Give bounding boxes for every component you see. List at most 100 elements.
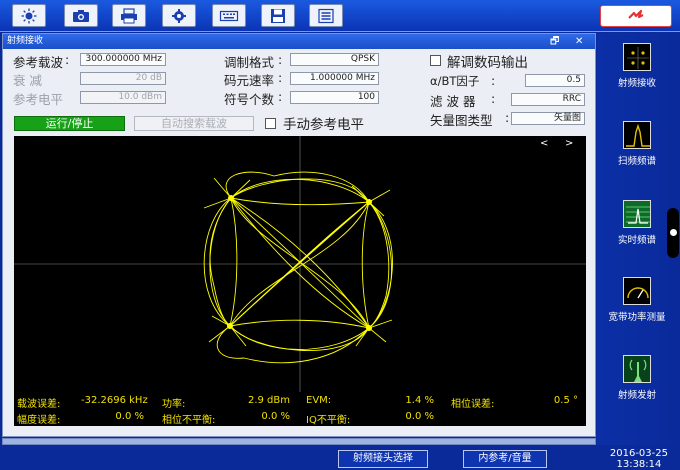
filter-label: 滤 波 器 [430,94,476,109]
sidebar-item-rf-transmit[interactable]: 射频发射 [597,355,677,401]
carrier-error-label: 载波误差: [17,399,61,410]
sweep-spectrum-icon [623,121,651,149]
sidebar-item-label: 扫频频谱 [617,156,656,167]
datetime: 2016-03-25 13:38:14 [610,448,668,470]
realtime-spectrum-icon [623,200,651,228]
filter-field[interactable]: RRC [511,93,585,106]
colon: : [278,52,283,67]
trajectory-spike [213,177,232,199]
vector-type-label: 矢量图类型 [430,113,493,128]
alarm-indicator[interactable] [600,5,672,27]
lightning-icon [628,9,644,19]
colon: : [65,52,70,67]
time: 13:38:14 [616,459,662,470]
evm-value: 1.4 % [405,395,434,406]
rf-connector-button[interactable]: 射频接头选择 [338,450,428,468]
trajectory-loop [225,171,370,203]
save-button[interactable] [261,4,295,27]
keyboard-icon [219,10,239,21]
constellation-point [228,195,234,201]
camera-button[interactable] [64,4,98,27]
power-label: 功率: [162,399,186,410]
phase-imbalance-label: 相位不平衡: [162,415,216,426]
constellation-point [366,325,372,331]
symbol-rate-field[interactable]: 1.000000 MHz [290,72,379,85]
settings-button[interactable] [162,4,196,27]
sidebar-item-sweep-spectrum[interactable]: 扫频频谱 [597,121,677,167]
close-icon[interactable]: ✕ [575,34,583,49]
trajectory-spike [368,327,387,343]
ref-carrier-field[interactable]: 300.000000 MHz [80,53,166,66]
sidebar-item-realtime-spectrum[interactable]: 实时频谱 [597,200,677,246]
symbol-count-label: 符号个数 [224,92,275,107]
manual-ref-checkbox[interactable] [265,118,276,129]
sidebar-item-label: 宽带功率测量 [608,312,666,323]
constellation-point [227,323,233,329]
ref-level-label: 参考电平 [13,92,64,107]
status-bar: 射频接头选择 内参考/音量 2016-03-25 13:38:14 [0,446,680,470]
save-icon [271,8,285,23]
window-title: 射频接收 [7,36,44,46]
power-value: 2.9 dBm [247,395,290,406]
rf-receive-window: 射频接收 🗗 ✕ 参考载波 : 300.000000 MHz 衰 减 20 dB… [2,33,596,437]
next-page-button[interactable]: > [565,138,573,149]
run-stop-button[interactable]: 运行/停止 [14,116,125,131]
camera-icon [73,9,89,22]
debug-output-label: 解调数码输出 [447,55,528,71]
settings-icon [172,8,186,23]
brightness-icon [21,8,37,23]
brightness-button[interactable] [12,4,46,27]
alpha-label: α/BT因子 [430,74,480,88]
sidebar-item-label: 实时频谱 [617,235,656,246]
prev-page-button[interactable]: < [540,138,548,149]
colon: : [491,73,496,88]
manual-ref-label: 手动参考电平 [283,117,364,133]
sidebar-scroll-slider[interactable] [667,208,679,258]
print-button[interactable] [112,4,146,27]
rf-receive-icon [623,43,651,71]
vector-type-field[interactable]: 矢量图 [511,112,585,125]
alpha-field[interactable]: 0.5 [525,74,585,87]
sidebar-item-rf-receive[interactable]: 射频接收 [597,43,677,89]
internal-ref-volume-button[interactable]: 内参考/音量 [463,450,547,468]
attenuation-field[interactable]: 20 dB [80,72,166,85]
sidebar-item-label: 射频接收 [617,78,656,89]
modulation-field[interactable]: QPSK [290,53,379,66]
slider-dot [670,229,677,236]
measurement-panel: 载波误差: -32.2696 kHz 功率: 2.9 dBm EVM: 1.4 … [14,392,586,426]
horizontal-scrollbar[interactable] [2,438,596,445]
iq-imbalance-value: 0.0 % [405,411,434,422]
colon: : [505,110,510,125]
phase-error-label: 相位误差: [451,399,495,410]
sidebar-item-label: 射频发射 [617,390,656,401]
symbol-count-field[interactable]: 100 [290,91,379,104]
trajectory-edge [361,201,370,329]
ref-level-field[interactable]: 10.0 dBm [80,91,166,104]
attenuation-label: 衰 减 [13,73,42,88]
colon: : [278,89,283,104]
trajectory-loop [368,201,390,329]
window-titlebar: 射频接收 🗗 ✕ [3,34,595,49]
iq-imbalance-label: IQ不平衡: [306,415,351,426]
amplitude-error-value: 0.0 % [115,411,144,422]
vector-diagram [14,136,586,392]
phase-imbalance-value: 0.0 % [261,411,290,422]
keyboard-button[interactable] [212,4,246,27]
auto-search-button[interactable]: 自动搜索载波 [134,116,254,131]
top-toolbar [0,0,680,32]
sidebar-item-wideband-power[interactable]: 宽带功率测量 [597,277,677,323]
constellation-plot: < > [14,136,586,392]
rf-transmit-icon [623,355,651,383]
restore-icon[interactable]: 🗗 [550,34,559,49]
evm-label: EVM: [306,395,332,406]
trajectory-edge [229,319,370,329]
date: 2016-03-25 [609,448,668,459]
colon: : [278,70,283,85]
trajectory-spike [230,179,251,199]
debug-output-checkbox[interactable] [430,55,441,66]
amplitude-error-label: 幅度误差: [17,415,61,426]
trajectory-spike [355,327,370,347]
colon: : [491,91,496,106]
menu-button[interactable] [309,4,343,27]
carrier-error-value: -32.2696 kHz [81,395,148,406]
